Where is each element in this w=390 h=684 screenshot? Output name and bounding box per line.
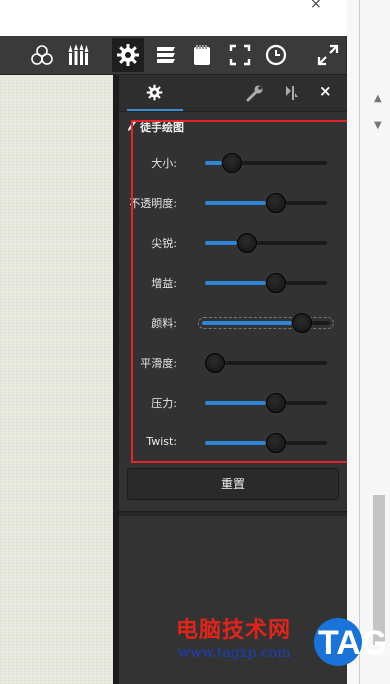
color-circles-icon — [31, 45, 53, 65]
expand-button[interactable] — [312, 38, 344, 72]
watermark-url: www.tagxp.com — [178, 645, 291, 661]
pin-icon — [286, 86, 298, 100]
wrench-icon — [246, 85, 263, 102]
color-circles-button[interactable] — [26, 38, 58, 72]
panel-tab-bar: × — [119, 75, 347, 112]
watermark-logo: TAG — [312, 612, 390, 672]
pin-button[interactable] — [281, 83, 301, 103]
brushes-button[interactable] — [62, 38, 94, 72]
fullscreen-icon — [229, 44, 251, 66]
gear-icon — [146, 84, 163, 101]
expand-arrows-icon — [317, 44, 339, 66]
outer-scrollbar-area: ▲ ▼ — [347, 0, 390, 684]
scroll-down-icon[interactable]: ▼ — [374, 120, 382, 131]
scroll-up-icon[interactable]: ▲ — [374, 93, 382, 104]
clock-button[interactable] — [260, 38, 292, 72]
fullscreen-button[interactable] — [224, 38, 256, 72]
svg-text:TAG: TAG — [318, 624, 387, 662]
watermark-title: 电脑技术网 — [176, 618, 292, 643]
reset-button[interactable]: 重置 — [127, 468, 339, 500]
divider — [359, 0, 360, 684]
notepad-icon — [194, 45, 210, 65]
clock-icon — [265, 44, 287, 66]
main-toolbar — [0, 36, 346, 75]
close-icon: × — [310, 0, 322, 12]
window-title-bar: × — [0, 0, 390, 36]
notepad-button[interactable] — [186, 38, 218, 72]
layers-icon — [157, 47, 175, 63]
annotation-highlight-box — [131, 120, 349, 463]
settings-gear-icon — [117, 44, 139, 66]
settings-button[interactable] — [112, 38, 144, 72]
layers-button[interactable] — [150, 38, 182, 72]
window-close-button[interactable]: × — [300, 0, 330, 14]
wrench-button[interactable] — [245, 83, 265, 103]
close-panel-icon[interactable]: × — [319, 82, 332, 100]
tab-settings[interactable] — [127, 75, 183, 111]
brushes-icon — [68, 44, 89, 65]
drawing-canvas[interactable] — [0, 75, 113, 684]
